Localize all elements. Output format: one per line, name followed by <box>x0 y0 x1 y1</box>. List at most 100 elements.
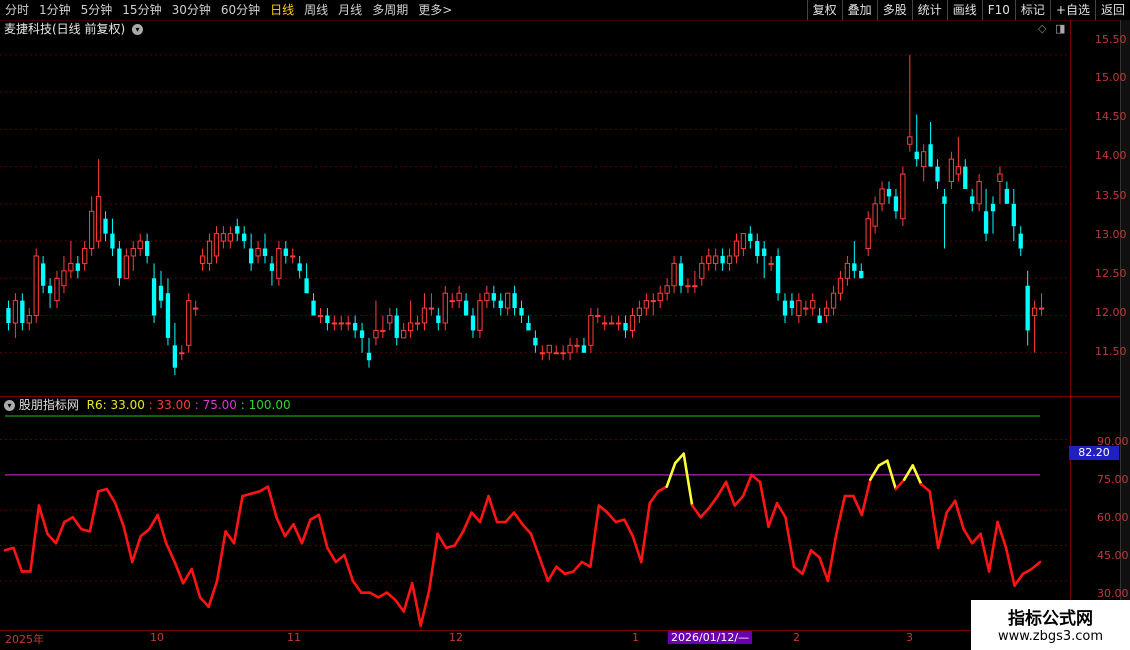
candle-body <box>463 300 469 316</box>
indicator-segment <box>894 478 906 491</box>
candle-body <box>470 315 476 331</box>
indicator-segment <box>198 596 210 609</box>
date-tick: 1 <box>632 631 639 644</box>
candle-body <box>512 293 517 309</box>
candle-body <box>844 262 851 279</box>
candle-body <box>733 240 740 257</box>
indicator-segment <box>249 490 261 496</box>
candle-body <box>186 300 192 346</box>
candle-body <box>914 151 919 160</box>
candle-body <box>976 180 982 205</box>
indicator-segment <box>292 523 304 545</box>
indicator-segment <box>461 511 473 533</box>
candle-body <box>68 262 74 272</box>
candle-body <box>103 218 108 234</box>
price-tick: 14.50 <box>1095 110 1127 123</box>
candle-body <box>879 188 885 205</box>
candle-body <box>581 345 587 353</box>
candle-body <box>193 307 199 310</box>
candle-body <box>220 233 227 242</box>
candle-body <box>726 255 733 264</box>
candle-body <box>421 307 428 324</box>
candle-body <box>158 285 164 301</box>
price-tick: 14.00 <box>1095 149 1127 162</box>
indicator-segment <box>63 515 75 524</box>
indicator-segment <box>410 581 422 627</box>
candle-body <box>865 218 871 250</box>
indicator-segment <box>970 532 982 545</box>
indicator-segment <box>88 490 100 533</box>
chart-canvas[interactable] <box>0 0 1070 630</box>
indicator-segment <box>80 527 92 533</box>
indicator-segment <box>309 513 321 521</box>
indicator-segment <box>792 565 804 576</box>
candle-body <box>304 278 309 294</box>
candle-body <box>546 344 552 354</box>
candle-body <box>560 352 566 355</box>
date-tick: 12 <box>449 631 463 644</box>
candle-body <box>650 300 656 303</box>
candle-body <box>477 300 483 331</box>
indicator-segment <box>385 591 397 602</box>
candle-body <box>20 300 25 323</box>
indicator-segment <box>232 494 244 545</box>
candle-body <box>782 300 788 316</box>
candle-body <box>449 300 455 303</box>
indicator-segment <box>936 511 948 550</box>
candle-body <box>768 262 774 265</box>
candle-body <box>380 329 386 332</box>
indicator-tick: 45.00 <box>1097 549 1129 562</box>
indicator-segment <box>538 556 550 583</box>
indicator-segment <box>707 494 719 510</box>
candle-body <box>713 255 719 264</box>
candle-body <box>12 300 19 324</box>
candle-body <box>574 344 580 347</box>
candle-body <box>498 300 503 309</box>
candle-body <box>33 255 39 317</box>
back-button[interactable]: 返回 <box>1094 0 1130 20</box>
candle-body <box>823 307 830 317</box>
candle-body <box>345 322 351 325</box>
indicator-segment <box>156 513 168 545</box>
cursor-date-badge: 2026/01/12/— <box>668 631 753 644</box>
candle-body <box>394 315 399 338</box>
indicator-segment <box>648 490 660 505</box>
candle-body <box>699 262 705 279</box>
indicator-segment <box>317 513 329 550</box>
candle-body <box>255 248 261 257</box>
price-tick: 13.00 <box>1095 228 1127 241</box>
indicator-segment <box>563 570 575 576</box>
candle-body <box>893 196 899 212</box>
candle-body <box>165 293 171 338</box>
indicator-segment <box>546 565 558 583</box>
indicator-segment <box>122 525 134 564</box>
candle-body <box>748 233 753 242</box>
indicator-segment <box>139 527 151 538</box>
indicator-segment <box>444 544 456 550</box>
indicator-segment <box>71 515 83 531</box>
indicator-segment <box>343 553 355 583</box>
indicator-segment <box>750 473 762 484</box>
candle-body <box>837 277 844 294</box>
candle-body <box>830 292 837 309</box>
candle-body <box>942 196 947 204</box>
candle-body <box>206 240 213 264</box>
candle-body <box>123 255 129 279</box>
indicator-segment <box>673 452 685 465</box>
indicator-segment <box>690 504 702 519</box>
price-tick: 15.00 <box>1095 71 1127 84</box>
watermark-url: www.zbgs3.com <box>997 629 1104 644</box>
indicator-segment <box>767 501 779 529</box>
indicator-segment <box>105 487 117 505</box>
candle-body <box>484 292 490 302</box>
indicator-segment <box>419 589 431 627</box>
indicator-segment <box>614 518 626 524</box>
watermark-title: 指标公式网 <box>1008 609 1093 629</box>
candle-body <box>117 248 122 279</box>
candle-body <box>935 166 940 182</box>
candle-body <box>1018 233 1023 249</box>
candle-body <box>144 241 150 256</box>
candle-body <box>755 241 760 256</box>
candle-body <box>325 315 330 323</box>
indicator-segment <box>852 494 864 517</box>
